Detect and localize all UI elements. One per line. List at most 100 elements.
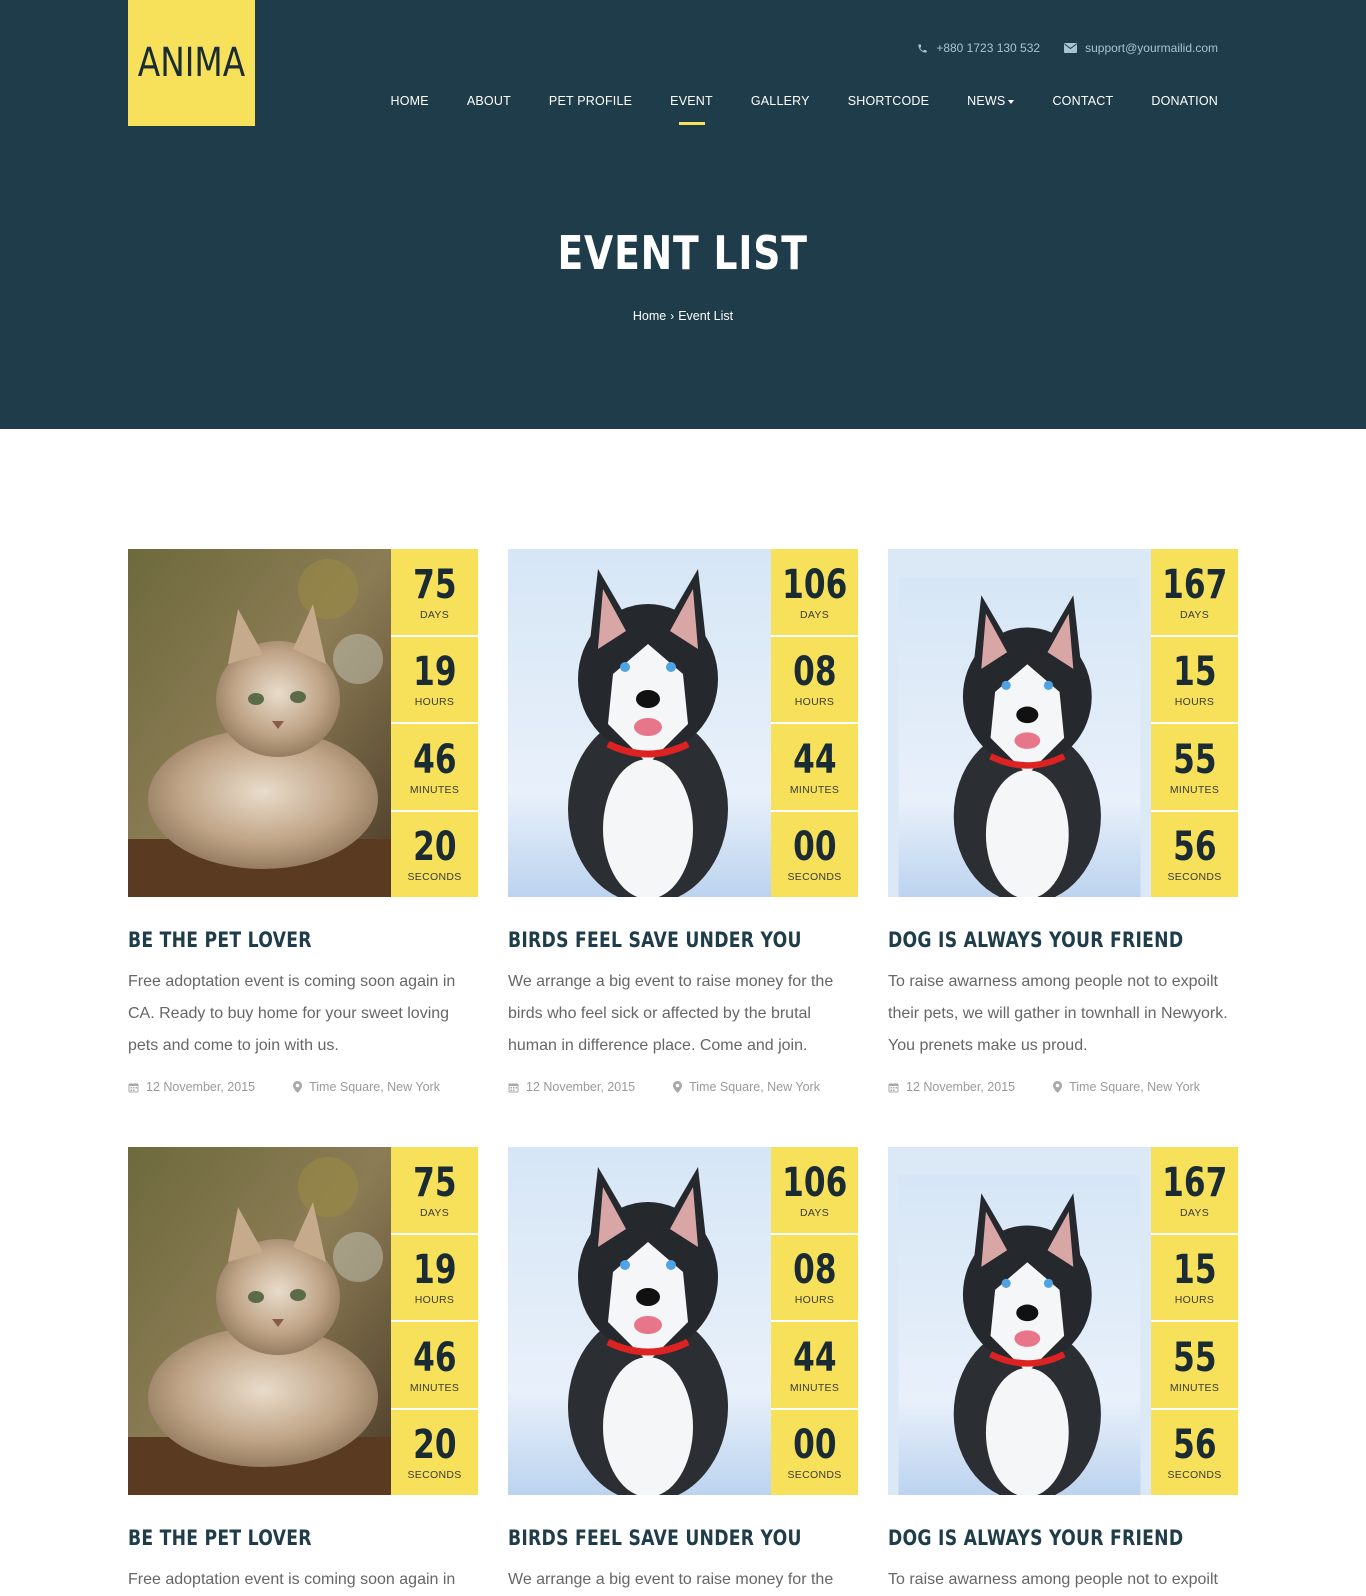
event-card[interactable]: 75 DAYS 19 HOURS 46 MINUTES 20 SECONDS B…	[128, 1147, 478, 1596]
countdown-timer: 106 DAYS 08 HOURS 44 MINUTES 00 SECONDS	[771, 1147, 858, 1495]
event-location-text: Time Square, New York	[309, 1080, 440, 1094]
countdown-seconds-label: SECONDS	[787, 1469, 842, 1482]
countdown-minutes-value: 44	[792, 1334, 837, 1381]
event-media: 106 DAYS 08 HOURS 44 MINUTES 00 SECONDS	[508, 1147, 858, 1495]
countdown-minutes-label: MINUTES	[409, 1381, 460, 1394]
event-card[interactable]: 106 DAYS 08 HOURS 44 MINUTES 00 SECONDS …	[508, 549, 858, 1094]
nav-home[interactable]: HOME	[372, 91, 448, 111]
calendar-icon	[508, 1083, 519, 1092]
countdown-hours-value: 19	[412, 1247, 457, 1294]
countdown-hours: 08 HOURS	[771, 1234, 858, 1320]
countdown-seconds-value: 20	[412, 824, 457, 871]
event-title[interactable]: BIRDS FEEL SAVE UNDER YOU	[508, 928, 801, 952]
event-title[interactable]: BIRDS FEEL SAVE UNDER YOU	[508, 1526, 801, 1550]
countdown-days-value: 106	[781, 561, 848, 608]
countdown-seconds-value: 56	[1172, 824, 1217, 871]
event-card[interactable]: 167 DAYS 15 HOURS 55 MINUTES 56 SECONDS …	[888, 1147, 1238, 1596]
countdown-hours-value: 08	[792, 1247, 837, 1294]
countdown-seconds: 20 SECONDS	[391, 811, 478, 897]
event-description: We arrange a big event to raise money fo…	[508, 1571, 834, 1588]
event-description: We arrange a big event to raise money fo…	[508, 973, 834, 1054]
countdown-seconds-value: 00	[792, 824, 837, 871]
page-title-text: EVENT LIST	[557, 226, 809, 280]
countdown-minutes: 44 MINUTES	[771, 724, 858, 810]
countdown-seconds-label: SECONDS	[407, 1469, 462, 1482]
nav-about[interactable]: ABOUT	[448, 91, 530, 111]
countdown-hours: 19 HOURS	[391, 636, 478, 722]
husky-snow-photo[interactable]	[888, 549, 1151, 897]
event-card[interactable]: 167 DAYS 15 HOURS 55 MINUTES 56 SECONDS …	[888, 549, 1238, 1094]
countdown-days: 167 DAYS	[1151, 1147, 1238, 1233]
countdown-minutes-label: MINUTES	[1169, 1381, 1220, 1394]
breadcrumb: Home › Event List	[0, 309, 1366, 323]
countdown-hours-value: 08	[792, 649, 837, 696]
countdown-timer: 167 DAYS 15 HOURS 55 MINUTES 56 SECONDS	[1151, 1147, 1238, 1495]
countdown-days-value: 167	[1161, 561, 1228, 608]
husky-snow-photo[interactable]	[888, 1147, 1151, 1495]
countdown-hours: 15 HOURS	[1151, 1234, 1238, 1320]
countdown-days: 75 DAYS	[391, 549, 478, 635]
countdown-days-value: 75	[412, 1159, 457, 1206]
countdown-timer: 106 DAYS 08 HOURS 44 MINUTES 00 SECONDS	[771, 549, 858, 897]
husky-puppy-photo[interactable]	[508, 1147, 771, 1495]
countdown-minutes-label: MINUTES	[1169, 783, 1220, 796]
event-date-text: 12 November, 2015	[526, 1080, 636, 1094]
nav-event[interactable]: EVENT	[651, 91, 732, 111]
breadcrumb-home[interactable]: Home	[633, 309, 666, 323]
event-media: 167 DAYS 15 HOURS 55 MINUTES 56 SECONDS	[888, 1147, 1238, 1495]
phone-number: +880 1723 130 532	[936, 41, 1041, 55]
countdown-days-label: DAYS	[419, 1206, 449, 1219]
map-pin-icon	[293, 1081, 303, 1093]
contact-email[interactable]: support@yourmailid.com	[1064, 41, 1218, 55]
countdown-minutes: 46 MINUTES	[391, 1322, 478, 1408]
event-description: Free adoptation event is coming soon aga…	[128, 1571, 456, 1588]
countdown-days: 106 DAYS	[771, 549, 858, 635]
event-title[interactable]: DOG IS ALWAYS YOUR FRIEND	[888, 928, 1183, 952]
contact-bar: +880 1723 130 532 support@yourmailid.com	[917, 41, 1218, 55]
chevron-right-icon: ›	[670, 309, 675, 323]
map-pin-icon	[1053, 1081, 1063, 1093]
calendar-icon	[888, 1083, 899, 1092]
event-location: Time Square, New York	[293, 1080, 440, 1094]
logo-text: ANIMA	[137, 40, 246, 86]
nav-shortcode[interactable]: SHORTCODE	[829, 91, 948, 111]
countdown-minutes-value: 46	[412, 736, 457, 783]
countdown-minutes: 46 MINUTES	[391, 724, 478, 810]
nav-pet-profile[interactable]: PET PROFILE	[530, 91, 651, 111]
countdown-seconds-label: SECONDS	[1167, 871, 1222, 884]
event-date-text: 12 November, 2015	[906, 1080, 1016, 1094]
nav-gallery[interactable]: GALLERY	[732, 91, 829, 111]
cat-photo[interactable]	[128, 549, 391, 897]
cat-photo[interactable]	[128, 1147, 391, 1495]
countdown-days-label: DAYS	[799, 608, 829, 621]
nav-news[interactable]: NEWS	[948, 91, 1033, 111]
countdown-minutes-value: 44	[792, 736, 837, 783]
contact-phone[interactable]: +880 1723 130 532	[917, 41, 1040, 55]
page-header: ANIMA +880 1723 130 532 support@yourmail…	[0, 0, 1366, 429]
husky-puppy-photo[interactable]	[508, 549, 771, 897]
event-description: To raise awarness among people not to ex…	[888, 1571, 1218, 1588]
countdown-timer: 167 DAYS 15 HOURS 55 MINUTES 56 SECONDS	[1151, 549, 1238, 897]
countdown-hours-label: HOURS	[414, 1294, 455, 1307]
event-date: 12 November, 2015	[888, 1080, 1015, 1094]
event-title[interactable]: DOG IS ALWAYS YOUR FRIEND	[888, 1526, 1183, 1550]
countdown-days: 167 DAYS	[1151, 549, 1238, 635]
event-card[interactable]: 106 DAYS 08 HOURS 44 MINUTES 00 SECONDS …	[508, 1147, 858, 1596]
event-media: 106 DAYS 08 HOURS 44 MINUTES 00 SECONDS	[508, 549, 858, 897]
countdown-minutes-value: 46	[412, 1334, 457, 1381]
nav-donation[interactable]: DONATION	[1132, 91, 1218, 111]
countdown-seconds: 20 SECONDS	[391, 1409, 478, 1495]
countdown-days-label: DAYS	[799, 1206, 829, 1219]
countdown-hours: 15 HOURS	[1151, 636, 1238, 722]
logo[interactable]: ANIMA	[128, 0, 255, 126]
event-title[interactable]: BE THE PET LOVER	[128, 928, 415, 952]
countdown-hours-value: 15	[1172, 649, 1217, 696]
event-location-text: Time Square, New York	[1069, 1080, 1200, 1094]
countdown-hours: 08 HOURS	[771, 636, 858, 722]
event-title[interactable]: BE THE PET LOVER	[128, 1526, 415, 1550]
nav-contact[interactable]: CONTACT	[1033, 91, 1132, 111]
event-card[interactable]: 75 DAYS 19 HOURS 46 MINUTES 20 SECONDS B…	[128, 549, 478, 1094]
breadcrumb-current: Event List	[678, 309, 734, 323]
countdown-days: 75 DAYS	[391, 1147, 478, 1233]
countdown-minutes-label: MINUTES	[789, 783, 840, 796]
